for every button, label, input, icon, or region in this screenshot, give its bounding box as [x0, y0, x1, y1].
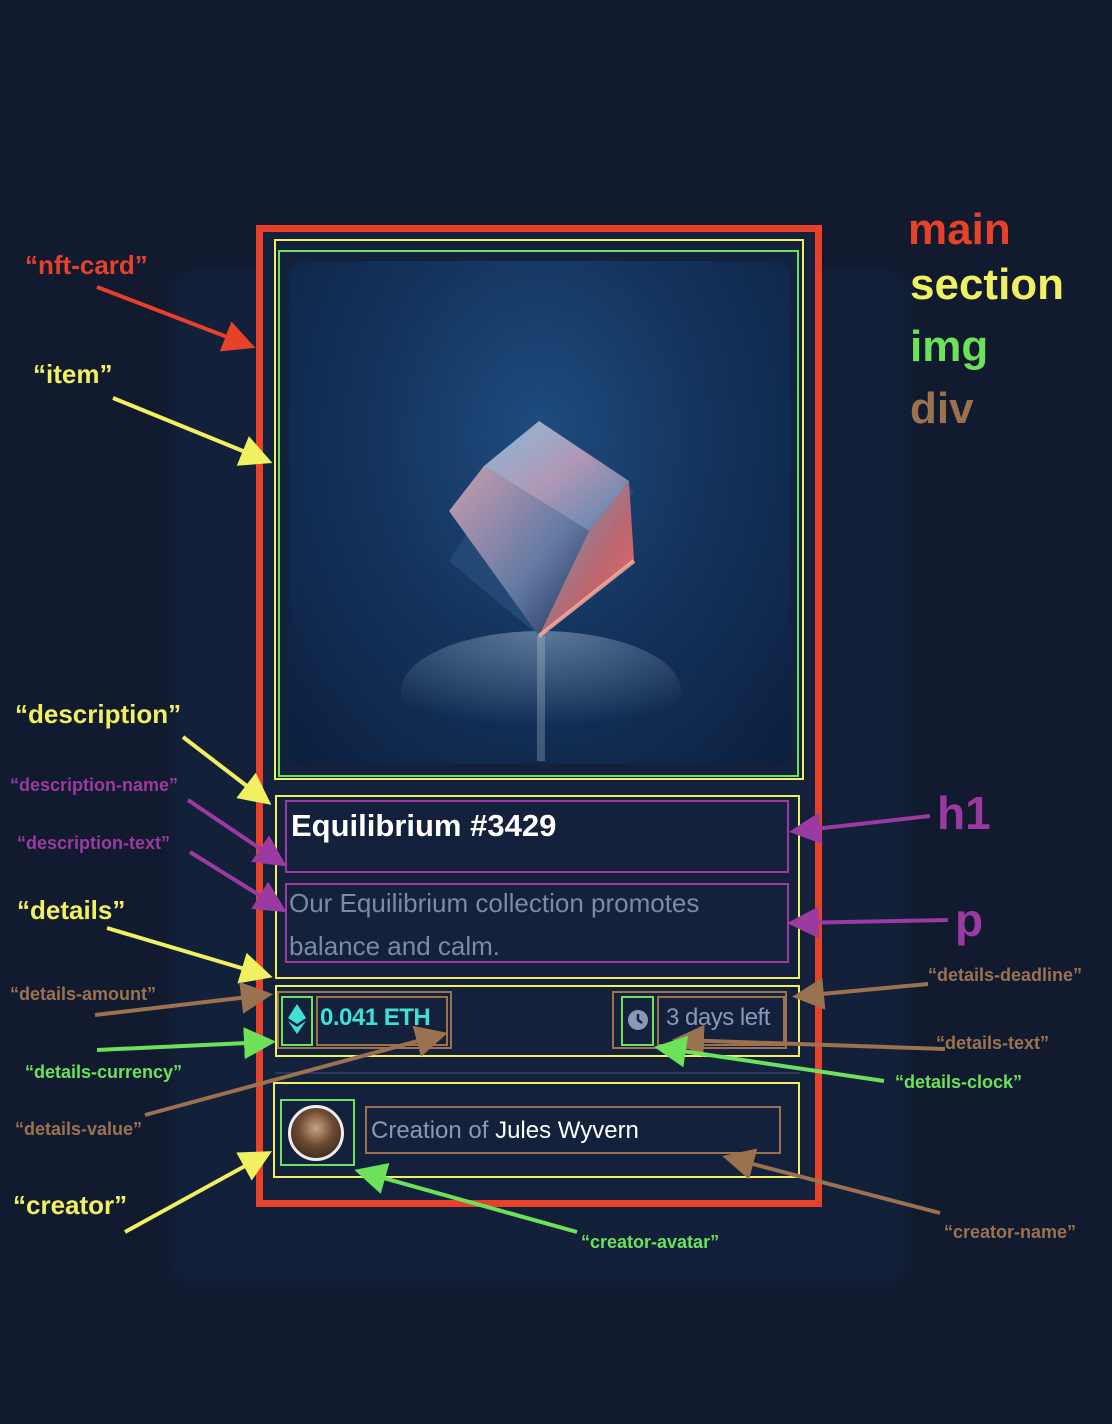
card-divider: [275, 1072, 800, 1074]
label-details-text: “details-text”: [936, 1033, 1050, 1053]
label-description-name: “description-name”: [10, 775, 179, 795]
label-details-clock: “details-clock”: [895, 1072, 1023, 1092]
details-value: 0.041 ETH: [320, 1004, 431, 1031]
label-details-value: “details-value”: [15, 1119, 143, 1139]
label-details-amount: “details-amount”: [10, 984, 157, 1004]
label-description-text: “description-text”: [17, 833, 171, 853]
nft-title: Equilibrium #3429: [291, 808, 557, 843]
label-item: “item”: [33, 359, 113, 389]
crystal-cube-art: [401, 421, 681, 761]
label-creator-name: “creator-name”: [944, 1222, 1077, 1242]
nft-image: [289, 261, 791, 764]
label-details: “details”: [17, 895, 126, 925]
label-description: “description”: [15, 699, 182, 729]
label-nft-card: “nft-card”: [25, 250, 148, 280]
creator-prefix: Creation of: [371, 1117, 496, 1144]
details-text: 3 days left: [666, 1004, 770, 1031]
label-creator-avatar: “creator-avatar”: [581, 1232, 720, 1252]
creator-avatar: [288, 1105, 344, 1161]
creator-name-value: Jules Wyvern: [495, 1117, 639, 1144]
creator-name: Creation of Jules Wyvern: [371, 1117, 639, 1145]
legend-main: main: [908, 205, 1011, 254]
details-currency-outline: [281, 996, 313, 1046]
legend-section: section: [910, 260, 1065, 309]
legend-img: img: [910, 322, 989, 371]
details-clock-outline: [621, 996, 654, 1046]
label-creator: “creator”: [13, 1190, 128, 1220]
tag-h1: h1: [937, 787, 991, 839]
label-details-currency: “details-currency”: [25, 1062, 183, 1082]
tag-p: p: [955, 894, 984, 946]
label-details-deadline: “details-deadline”: [928, 965, 1083, 985]
nft-description: Our Equilibrium collection promotes bala…: [289, 888, 700, 961]
legend-div: div: [910, 384, 974, 433]
